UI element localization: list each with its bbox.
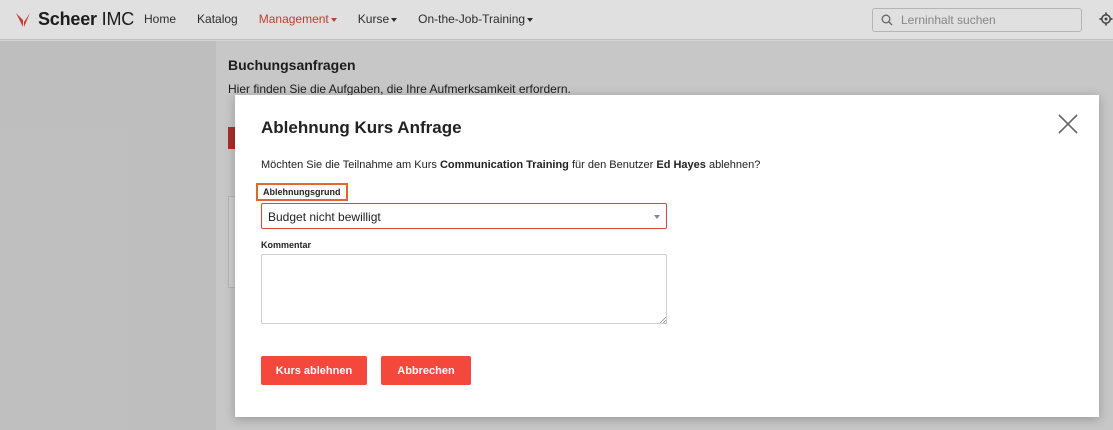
course-name: Communication Training: [439, 159, 569, 171]
comment-label: Kommentar: [261, 240, 312, 250]
close-icon[interactable]: [1057, 113, 1079, 135]
reject-course-button[interactable]: Kurs ablehnen: [261, 356, 367, 385]
resize-handle-icon[interactable]: [660, 317, 666, 323]
rejection-reason-label: Ablehnungsgrund: [256, 183, 348, 201]
rejection-reason-value: Budget nicht bewilligt: [268, 210, 381, 224]
comment-textarea[interactable]: [261, 254, 667, 324]
reject-course-dialog: Ablehnung Kurs Anfrage Möchten Sie die T…: [235, 95, 1099, 417]
dropdown-arrow-icon: [654, 215, 660, 219]
rejection-reason-select[interactable]: Budget nicht bewilligt: [261, 203, 667, 229]
user-name: Ed Hayes: [656, 159, 706, 171]
cancel-button[interactable]: Abbrechen: [381, 356, 471, 385]
dialog-title: Ablehnung Kurs Anfrage: [261, 118, 462, 137]
confirmation-question: Möchten Sie die Teilnahme am Kurs Commun…: [261, 159, 761, 171]
